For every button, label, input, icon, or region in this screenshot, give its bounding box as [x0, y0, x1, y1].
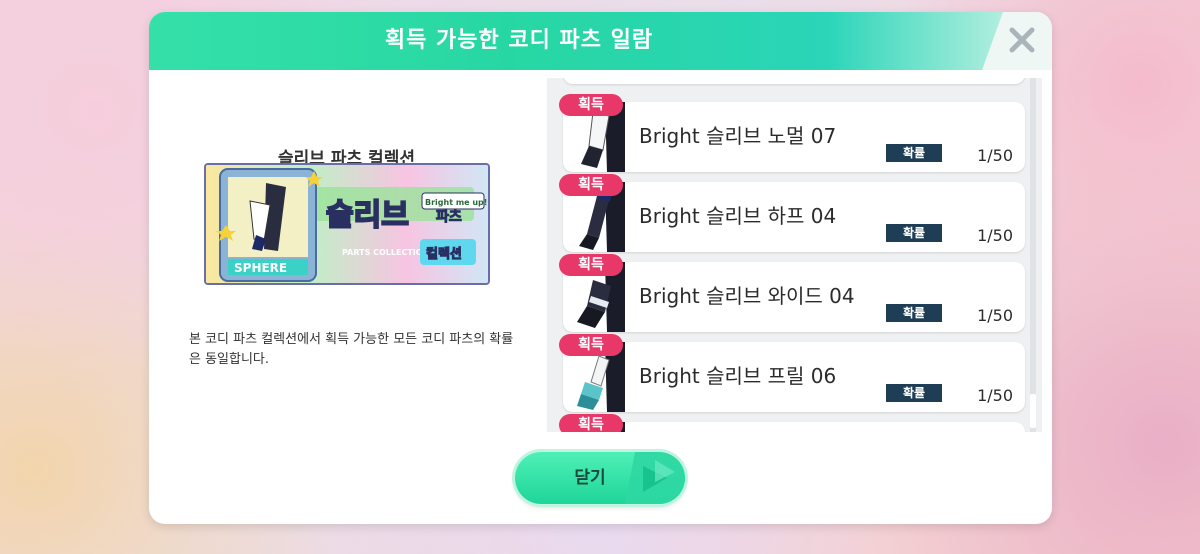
item-name: Bright 슬리브 프릴 06	[639, 364, 837, 388]
dialog-header: 획득 가능한 코디 파츠 일람	[149, 12, 1052, 70]
acquired-badge: 획득	[559, 94, 623, 116]
svg-text:PARTS COLLECTION: PARTS COLLECTION	[342, 248, 429, 257]
probability-value: 1/50	[977, 386, 1013, 405]
collection-description: 본 코디 파츠 컬렉션에서 획득 가능한 모든 코디 파츠의 확률은 동일합니다…	[189, 332, 514, 367]
list-item[interactable]: Bright 슬리브 프릴 06 확률 1/50	[563, 342, 1025, 412]
list-item[interactable]	[563, 422, 1025, 432]
acquired-badge: 획득	[559, 254, 623, 276]
scrollbar-track[interactable]	[1030, 78, 1036, 432]
item-name: Bright 슬리브 노멀 07	[639, 124, 837, 148]
close-button-label: 닫기	[574, 468, 606, 488]
parts-list[interactable]: 획득 Bright 슬리브 노멀 07 확률 1/50 획득 Bright 슬리…	[547, 78, 1042, 432]
dialog-title: 획득 가능한 코디 파츠 일람	[384, 28, 654, 53]
acquired-badge: 획득	[559, 174, 623, 196]
collection-panel: 슬리브 파츠 컬렉션 SPHERE 슬리브 파츠 PARTS COLLECTIO…	[149, 70, 544, 444]
parts-list-dialog: 획득 가능한 코디 파츠 일람 슬리브 파츠 컬렉션 SPHERE 슬리브 파츠…	[149, 12, 1052, 524]
list-item[interactable]: Bright 슬리브 노멀 07 확률 1/50	[563, 102, 1025, 172]
svg-text:슬리브: 슬리브	[326, 198, 409, 233]
acquired-badge: 획득	[559, 414, 623, 432]
list-item-partial	[563, 78, 1025, 84]
probability-label: 확률	[886, 384, 942, 402]
svg-text:파츠: 파츠	[436, 209, 462, 225]
close-icon[interactable]	[1004, 22, 1040, 58]
list-item[interactable]: Bright 슬리브 와이드 04 확률 1/50	[563, 262, 1025, 332]
probability-label: 확률	[886, 224, 942, 242]
svg-text:Bright me up!!: Bright me up!!	[425, 198, 490, 207]
scrollbar-thumb[interactable]	[1030, 394, 1036, 428]
list-item[interactable]: Bright 슬리브 하프 04 확률 1/50	[563, 182, 1025, 252]
collection-image: SPHERE 슬리브 파츠 PARTS COLLECTION 컬렉션 Brigh…	[204, 163, 490, 285]
item-name: Bright 슬리브 와이드 04	[639, 284, 855, 308]
svg-text:SPHERE: SPHERE	[234, 261, 287, 275]
probability-value: 1/50	[977, 306, 1013, 325]
probability-value: 1/50	[977, 226, 1013, 245]
probability-label: 확률	[886, 304, 942, 322]
close-button[interactable]: 닫기	[515, 452, 685, 504]
probability-value: 1/50	[977, 146, 1013, 165]
probability-label: 확률	[886, 144, 942, 162]
acquired-badge: 획득	[559, 334, 623, 356]
item-name: Bright 슬리브 하프 04	[639, 204, 837, 228]
svg-text:컬렉션: 컬렉션	[426, 246, 462, 262]
